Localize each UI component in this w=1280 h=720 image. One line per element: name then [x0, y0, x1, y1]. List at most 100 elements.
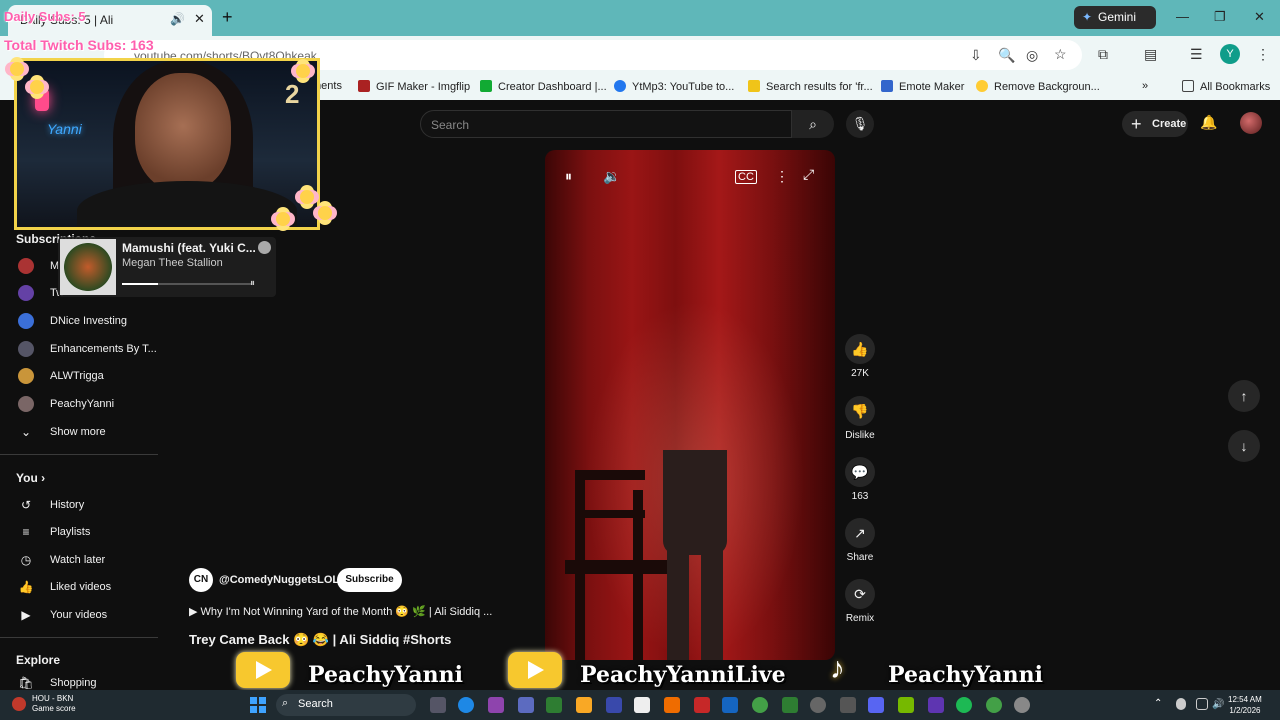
related-video-link[interactable]: ▶ Why I'm Not Winning Yard of the Month …	[189, 605, 492, 618]
sidebar-item-liked-videos[interactable]: 👍 Liked videos	[0, 576, 158, 598]
dislike-button[interactable]: 👎 Dislike	[835, 396, 885, 441]
copilot-icon[interactable]	[488, 697, 504, 713]
spotify-icon[interactable]	[956, 697, 972, 713]
close-window-icon[interactable]: ✕	[1254, 9, 1265, 25]
chevron-up-icon[interactable]: ⌃	[1154, 698, 1164, 709]
teams-icon[interactable]	[518, 697, 534, 713]
social-handle: PeachyYanni	[888, 662, 1043, 688]
channel-name[interactable]: @ComedyNuggetsLOL	[219, 574, 339, 586]
notifications-bell-icon[interactable]: 🔔	[1200, 114, 1217, 131]
sidebar-item-watch-later[interactable]: ◷ Watch later	[0, 549, 158, 571]
system-clock[interactable]: 12:54 AM 1/2/2026	[1228, 694, 1262, 716]
play-icon: ▶	[189, 606, 201, 618]
sidebar-item-history[interactable]: ↺ History	[0, 494, 158, 516]
bookmark-item[interactable]: Search results for 'fr...	[748, 80, 873, 93]
steam-icon[interactable]	[722, 697, 738, 713]
sidebar-item-label: Playlists	[50, 526, 91, 538]
sports-icon	[12, 697, 26, 711]
chrome-icon[interactable]	[986, 697, 1002, 713]
app-icon[interactable]	[840, 697, 856, 713]
extensions-icon[interactable]: ⧉	[1098, 46, 1108, 63]
profile-avatar[interactable]: Y	[1220, 44, 1240, 64]
eye-off-icon[interactable]: ◎	[1026, 47, 1038, 64]
bookmark-star-icon[interactable]: ☆	[1054, 46, 1067, 63]
install-icon[interactable]: ⇩	[970, 47, 982, 64]
store-icon[interactable]	[606, 697, 622, 713]
widget-scores[interactable]: HOU - BKN Game score	[32, 694, 76, 714]
show-more-button[interactable]: ⌄ Show more	[0, 421, 158, 443]
side-panel-icon[interactable]: ▤	[1144, 46, 1157, 63]
chrome-icon[interactable]	[752, 697, 768, 713]
spotify-icon	[258, 241, 271, 254]
new-tab-button[interactable]: +	[222, 7, 233, 28]
app-icon[interactable]	[782, 697, 798, 713]
app-icon[interactable]	[664, 697, 680, 713]
windows-start-icon[interactable]	[250, 697, 266, 713]
zoom-icon[interactable]: 🔍	[998, 47, 1015, 64]
all-bookmarks[interactable]: All Bookmarks	[1182, 80, 1270, 93]
minimize-icon[interactable]: —	[1176, 9, 1189, 24]
taskbar-search[interactable]: ⌕ Search	[276, 694, 416, 716]
xbox-icon[interactable]	[546, 697, 562, 713]
reading-list-icon[interactable]: ☰	[1190, 46, 1203, 63]
account-avatar[interactable]	[1240, 112, 1262, 134]
subscription-item[interactable]: ALWTrigga	[0, 365, 158, 387]
settings-icon[interactable]	[1014, 697, 1030, 713]
create-button[interactable]: + Create	[1122, 111, 1188, 137]
subscription-item[interactable]: Enhancements By T...	[0, 338, 158, 360]
close-tab-icon[interactable]: ✕	[194, 11, 205, 27]
share-button[interactable]: ↗ Share	[835, 518, 885, 563]
subscription-item[interactable]: DNice Investing	[0, 310, 158, 332]
app-icon[interactable]	[694, 697, 710, 713]
subscribe-button[interactable]: Subscribe	[337, 568, 402, 592]
restore-icon[interactable]: ❐	[1214, 9, 1226, 25]
bookmark-label: Emote Maker	[899, 81, 965, 93]
search-button[interactable]: ⌕	[792, 110, 834, 138]
more-bookmarks-icon[interactable]: »	[1142, 80, 1148, 92]
sidebar-item-playlists[interactable]: ≡ Playlists	[0, 521, 158, 543]
next-short-button[interactable]: ↓	[1228, 430, 1260, 462]
comments-button[interactable]: 💬 163	[835, 457, 885, 502]
captions-icon[interactable]: CC	[735, 170, 757, 184]
app-icon[interactable]	[928, 697, 944, 713]
display-icon[interactable]	[1196, 698, 1208, 710]
bookmark-item[interactable]: Emote Maker	[881, 80, 964, 93]
voice-search-button[interactable]: 🎙	[846, 110, 874, 138]
bookmark-item[interactable]: Remove Backgroun...	[976, 80, 1100, 93]
volume-icon[interactable]: 🔉	[603, 168, 620, 185]
speaker-icon[interactable]: 🔊	[170, 12, 185, 26]
menu-dots-icon[interactable]: ⋮	[1256, 46, 1270, 63]
divider	[0, 637, 158, 638]
sidebar-item-your-videos[interactable]: ▶ Your videos	[0, 604, 158, 626]
channel-avatar	[18, 258, 34, 274]
channel-avatar	[18, 368, 34, 384]
more-options-icon[interactable]: ⋮	[775, 168, 789, 185]
remix-button[interactable]: ⟳ Remix	[835, 579, 885, 624]
song-title: Mamushi (feat. Yuki C...	[122, 241, 256, 255]
discord-icon[interactable]	[868, 697, 884, 713]
gemini-button[interactable]: ✦ Gemini	[1074, 6, 1156, 29]
obs-icon[interactable]	[810, 697, 826, 713]
fullscreen-icon[interactable]: ⤢	[803, 166, 814, 183]
bookmark-item[interactable]: Creator Dashboard |...	[480, 80, 607, 93]
previous-short-button[interactable]: ↑	[1228, 380, 1260, 412]
tiktok-icon: ♪	[830, 652, 845, 685]
pause-icon[interactable]: ⏸	[565, 168, 572, 185]
you-heading[interactable]: You ›	[16, 471, 45, 485]
bookmark-item[interactable]: YtMp3: YouTube to...	[614, 80, 734, 93]
volume-icon[interactable]: 🔊	[1212, 699, 1224, 710]
nvidia-icon[interactable]	[898, 697, 914, 713]
bookmark-item[interactable]: GIF Maker - Imgflip	[358, 80, 470, 93]
edge-icon[interactable]	[458, 697, 474, 713]
channel-logo[interactable]: CN	[189, 568, 213, 592]
task-view-icon[interactable]	[430, 697, 446, 713]
notepad-icon[interactable]	[634, 697, 650, 713]
bookmark-label: YtMp3: YouTube to...	[632, 81, 735, 93]
shorts-video-player[interactable]: ⏸ 🔉 CC ⋮ ⤢	[545, 150, 835, 660]
channel-avatar	[18, 341, 34, 357]
search-input[interactable]: Search	[420, 110, 792, 138]
file-explorer-icon[interactable]	[576, 697, 592, 713]
subscription-item[interactable]: PeachyYanni	[0, 393, 158, 415]
like-button[interactable]: 👍 27K	[835, 334, 885, 379]
mic-icon[interactable]	[1176, 698, 1186, 710]
